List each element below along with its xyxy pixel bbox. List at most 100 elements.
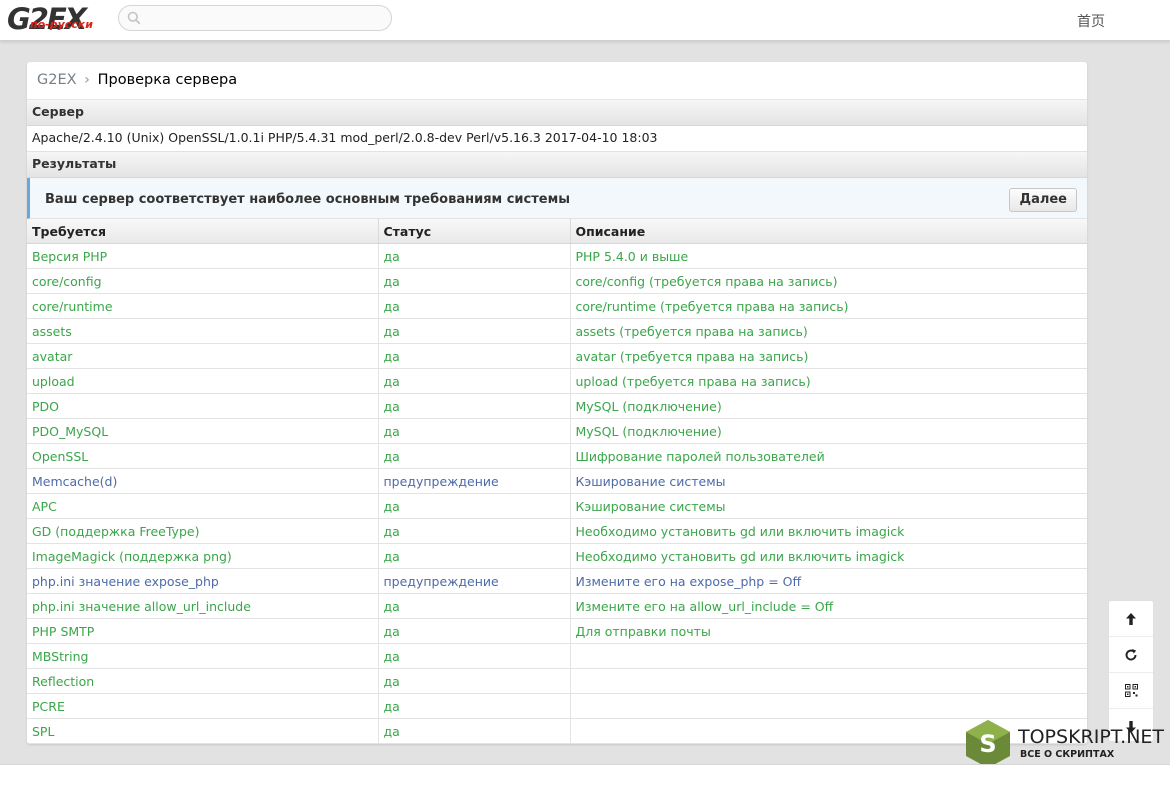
server-check-box: G2EX › Проверка сервера Сервер Apache/2.… xyxy=(27,62,1087,744)
hexagon-logo-icon: S xyxy=(966,720,1010,768)
table-row: Версия PHP да PHP 5.4.0 и выше xyxy=(27,243,1087,269)
requirement-cell: OpenSSL xyxy=(27,443,379,469)
table-header-row: Требуется Статус Описание xyxy=(27,219,1087,244)
server-section-heading: Сервер xyxy=(27,100,1087,126)
table-row: upload да upload (требуется права на запис… xyxy=(27,368,1087,394)
requirements-table-body: Версия PHP да PHP 5.4.0 и выше core/config д… xyxy=(27,243,1087,744)
status-cell: да xyxy=(378,393,571,419)
description-cell: core/runtime (требуется права на запись) xyxy=(570,293,1087,319)
qr-code-button[interactable] xyxy=(1109,673,1153,709)
status-cell: да xyxy=(378,693,571,719)
description-cell: Измените его на allow_url_include = Off xyxy=(570,593,1087,619)
arrow-up-icon xyxy=(1126,612,1136,625)
requirement-cell: Reflection xyxy=(27,668,379,694)
description-cell: Кэширование системы xyxy=(570,468,1087,494)
requirement-cell: php.ini значение allow_url_include xyxy=(27,593,379,619)
description-cell: MySQL (подключение) xyxy=(570,393,1087,419)
status-cell: да xyxy=(378,443,571,469)
table-row: GD (поддержка FreeType) да Необходимо уста… xyxy=(27,518,1087,544)
site-logo[interactable]: G2EX по-русски xyxy=(7,2,107,38)
requirement-cell: ImageMagick (поддержка png) xyxy=(27,543,379,569)
qr-code-icon xyxy=(1124,684,1138,697)
breadcrumb-root-link[interactable]: G2EX xyxy=(37,72,77,88)
requirement-cell: MBString xyxy=(27,643,379,669)
table-row: SPL да xyxy=(27,718,1087,744)
watermark-text: TOPSKRIPT.NET xyxy=(1018,726,1165,748)
table-row: MBString да xyxy=(27,643,1087,669)
description-cell: assets (требуется права на запись) xyxy=(570,318,1087,344)
requirement-cell: PDO_MySQL xyxy=(27,418,379,444)
table-row: core/config да core/config (требуется прав… xyxy=(27,268,1087,294)
status-cell: да xyxy=(378,268,571,294)
watermark-subtext: ВСЕ О СКРИПТАХ xyxy=(1020,749,1115,760)
description-cell: MySQL (подключение) xyxy=(570,418,1087,444)
column-header-description: Описание xyxy=(570,219,1087,244)
table-row: php.ini значение expose_php предупреждени… xyxy=(27,568,1087,594)
refresh-button[interactable] xyxy=(1109,637,1153,673)
table-row: avatar да avatar (требуется права на запис… xyxy=(27,343,1087,369)
status-cell: да xyxy=(378,243,571,269)
status-cell: да xyxy=(378,293,571,319)
requirement-cell: SPL xyxy=(27,718,379,744)
notice-text: Ваш сервер соответствует наиболее основн… xyxy=(45,192,570,207)
description-cell: core/config (требуется права на запись) xyxy=(570,268,1087,294)
status-cell: да xyxy=(378,493,571,519)
status-cell: да xyxy=(378,518,571,544)
description-cell: Необходимо установить gd или включить im… xyxy=(570,543,1087,569)
requirement-cell: PCRE xyxy=(27,693,379,719)
logo-sub-text: по-русски xyxy=(30,18,93,31)
table-row: ImageMagick (поддержка png) да Необходимо … xyxy=(27,543,1087,569)
scroll-top-button[interactable] xyxy=(1109,601,1153,637)
status-cell: да xyxy=(378,418,571,444)
table-row: APC да Кэширование системы xyxy=(27,493,1087,519)
requirements-table: Требуется Статус Описание Версия PHP да PH… xyxy=(27,219,1087,744)
table-row: Memcache(d) предупреждение Кэширование сис… xyxy=(27,468,1087,494)
status-cell: да xyxy=(378,593,571,619)
description-cell: Кэширование системы xyxy=(570,493,1087,519)
table-row: Reflection да xyxy=(27,668,1087,694)
status-cell: да xyxy=(378,368,571,394)
requirement-cell: PDO xyxy=(27,393,379,419)
breadcrumb: G2EX › Проверка сервера xyxy=(27,62,1087,100)
description-cell: Необходимо установить gd или включить im… xyxy=(570,518,1087,544)
description-cell: Для отправки почты xyxy=(570,618,1087,644)
description-cell xyxy=(570,693,1087,719)
watermark-badge-letter: S xyxy=(979,730,996,758)
requirement-cell: Memcache(d) xyxy=(27,468,379,494)
requirement-cell: GD (поддержка FreeType) xyxy=(27,518,379,544)
table-row: php.ini значение allow_url_include да Изме… xyxy=(27,593,1087,619)
requirement-cell: avatar xyxy=(27,343,379,369)
status-cell: да xyxy=(378,318,571,344)
status-cell: да xyxy=(378,718,571,744)
table-row: core/runtime да core/runtime (требуется пр… xyxy=(27,293,1087,319)
description-cell xyxy=(570,668,1087,694)
top-bar: G2EX по-русски 首页 xyxy=(0,0,1170,41)
results-notice: Ваш сервер соответствует наиболее основн… xyxy=(27,178,1087,219)
requirement-cell: core/runtime xyxy=(27,293,379,319)
table-row: OpenSSL да Шифрование паролей пользователе… xyxy=(27,443,1087,469)
table-row: PDO да MySQL (подключение) xyxy=(27,393,1087,419)
requirement-cell: upload xyxy=(27,368,379,394)
server-info-text: Apache/2.4.10 (Unix) OpenSSL/1.0.1i PHP/… xyxy=(27,126,1087,152)
requirement-cell: Версия PHP xyxy=(27,243,379,269)
search-input[interactable] xyxy=(118,5,392,31)
description-cell: avatar (требуется права на запись) xyxy=(570,343,1087,369)
status-cell: да xyxy=(378,668,571,694)
table-row: assets да assets (требуется права на запис… xyxy=(27,318,1087,344)
nav-home-link[interactable]: 首页 xyxy=(1077,11,1105,31)
status-cell: да xyxy=(378,543,571,569)
description-cell xyxy=(570,643,1087,669)
description-cell: PHP 5.4.0 и выше xyxy=(570,243,1087,269)
description-cell: Измените его на expose_php = Off xyxy=(570,568,1087,594)
status-cell: предупреждение xyxy=(378,468,571,494)
next-button[interactable]: Далее xyxy=(1009,188,1077,212)
column-header-status: Статус xyxy=(378,219,571,244)
description-cell: Шифрование паролей пользователей xyxy=(570,443,1087,469)
refresh-icon xyxy=(1125,648,1137,660)
search-icon xyxy=(127,11,141,25)
requirement-cell: assets xyxy=(27,318,379,344)
status-cell: да xyxy=(378,343,571,369)
description-cell: upload (требуется права на запись) xyxy=(570,368,1087,394)
requirement-cell: php.ini значение expose_php xyxy=(27,568,379,594)
table-row: PDO_MySQL да MySQL (подключение) xyxy=(27,418,1087,444)
